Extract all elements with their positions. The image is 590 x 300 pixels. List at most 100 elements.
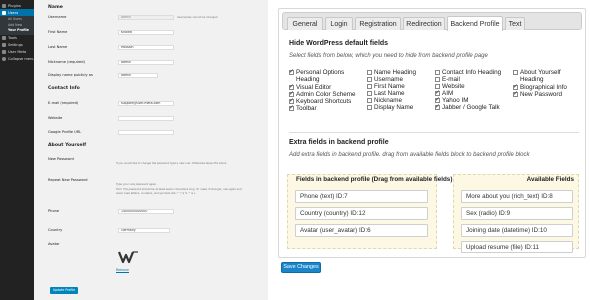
option-label: Keyboard Shortcuts — [296, 98, 352, 105]
checkbox[interactable] — [435, 77, 440, 82]
available-field-item[interactable]: More about you (rich_text) ID:8 — [461, 190, 573, 203]
option-label: Nickname — [374, 97, 402, 104]
nickname-label: Nickname (required) — [48, 60, 85, 64]
option-username[interactable]: Username — [367, 76, 403, 83]
option-personal-options-heading[interactable]: Personal Options Heading — [289, 68, 369, 83]
option-biographical-info[interactable]: Biographical Info — [513, 83, 567, 91]
tab-general[interactable]: General — [287, 17, 323, 30]
checkbox[interactable] — [367, 105, 372, 110]
option-label: Name Heading — [374, 69, 417, 76]
checkbox[interactable] — [367, 91, 372, 96]
email-label: E-mail (required) — [48, 101, 79, 105]
option-first-name[interactable]: First Name — [367, 83, 405, 90]
display-name-select[interactable]: admin — [118, 72, 158, 78]
option-contact-info-heading[interactable]: Contact Info Heading — [435, 69, 501, 76]
extra-fields-heading: Extra fields in backend profile — [289, 139, 389, 146]
update-profile-button[interactable]: Update Profile — [50, 287, 78, 294]
nickname-field[interactable]: admin — [118, 59, 174, 65]
username-row: Username admin Usernames cannot be chang… — [48, 13, 218, 21]
tab-text[interactable]: Text — [505, 17, 525, 30]
option-nickname[interactable]: Nickname — [367, 97, 402, 104]
available-field-item[interactable]: Upload resume (file) ID:11 — [461, 241, 573, 253]
email-field[interactable]: support@user-meta.com — [118, 100, 174, 106]
option-email[interactable]: E-mail — [435, 76, 460, 83]
settings-panel: General Login Registration Redirection B… — [278, 8, 586, 258]
save-changes-button[interactable]: Save Changes — [281, 262, 321, 273]
phone-field[interactable]: 1400000000000 — [118, 208, 174, 214]
available-field-item[interactable]: Joining date (datetime) ID:10 — [461, 224, 573, 237]
phone-label: Phone — [48, 209, 60, 213]
hide-fields-heading: Hide WordPress default fields — [289, 40, 389, 47]
option-visual-editor[interactable]: Visual Editor — [289, 83, 332, 91]
option-last-name[interactable]: Last Name — [367, 90, 404, 97]
option-display-name[interactable]: Display Name — [367, 104, 413, 111]
tab-backend-profile[interactable]: Backend Profile — [447, 16, 503, 31]
menu-item-collapse[interactable]: Collapse menu — [0, 56, 35, 63]
avatar-image — [114, 249, 144, 265]
google-profile-row: Google Profile URL — [48, 128, 174, 136]
menu-item-label: Tools — [8, 36, 17, 40]
checkbox[interactable] — [435, 70, 440, 75]
menu-item-settings[interactable]: Settings — [0, 42, 34, 49]
checkbox[interactable] — [289, 104, 294, 111]
hide-fields-instructions: Select fields from below, which you need… — [289, 53, 488, 59]
profile-field-item[interactable]: Phone (text) ID:7 — [295, 190, 428, 203]
profile-field-item[interactable]: Avatar (user_avatar) ID:6 — [295, 224, 428, 237]
option-label: Admin Color Scheme — [296, 91, 356, 98]
strength-hint-line2: lower case letters, numbers, and symbols… — [116, 192, 196, 195]
email-row: E-mail (required) support@user-meta.com — [48, 99, 174, 107]
menu-item-user-meta[interactable]: User Meta — [0, 49, 34, 56]
checkbox[interactable] — [513, 90, 518, 97]
menu-item-tools[interactable]: Tools — [0, 35, 34, 42]
checkbox[interactable] — [367, 77, 372, 82]
available-fields-block-title: Available Fields — [526, 176, 574, 183]
tab-registration[interactable]: Registration — [355, 17, 401, 30]
section-name-heading: Name — [48, 5, 63, 10]
option-admin-color-scheme[interactable]: Admin Color Scheme — [289, 90, 356, 98]
option-about-yourself-heading[interactable]: About Yourself Heading — [513, 69, 579, 83]
menu-item-label: Users — [8, 10, 19, 15]
option-jabber[interactable]: Jabber / Google Talk — [435, 103, 500, 111]
option-keyboard-shortcuts[interactable]: Keyboard Shortcuts — [289, 97, 352, 105]
country-select[interactable]: Germany — [118, 227, 170, 233]
menu-item-label: User Meta — [8, 50, 27, 54]
last-name-field[interactable]: Hossain — [118, 44, 174, 50]
checkbox[interactable] — [367, 98, 372, 103]
checkbox[interactable] — [435, 103, 440, 110]
display-name-label: Display name publicly as — [48, 73, 93, 77]
username-label: Username — [48, 15, 67, 19]
submenu-your-profile[interactable]: Your Profile — [0, 28, 34, 34]
checkbox[interactable] — [513, 70, 518, 75]
tab-login[interactable]: Login — [325, 17, 353, 30]
user-meta-icon — [2, 50, 6, 54]
section-contact-heading: Contact Info — [48, 86, 80, 91]
option-label: Visual Editor — [296, 84, 332, 91]
checkbox[interactable] — [367, 84, 372, 89]
available-field-item[interactable]: Sex (radio) ID:9 — [461, 207, 573, 220]
users-submenu: All Users Add New Your Profile — [0, 16, 34, 35]
available-fields-block[interactable]: Available Fields More about you (rich_te… — [453, 174, 579, 253]
first-name-label: First Name — [48, 30, 68, 34]
menu-item-plugins[interactable]: Plugins — [0, 2, 34, 9]
new-password-hint: If you would like to change the password… — [116, 162, 228, 165]
google-profile-field[interactable] — [118, 129, 174, 135]
users-icon — [2, 10, 6, 15]
display-name-row: Display name publicly as admin — [48, 71, 158, 79]
avatar-remove-link[interactable]: Remove — [116, 268, 129, 272]
profile-field-item[interactable]: Country (country) ID:12 — [295, 207, 428, 220]
option-name-heading[interactable]: Name Heading — [367, 69, 416, 76]
strength-hint: Hint: The password should be at least se… — [116, 188, 242, 191]
option-new-password[interactable]: New Password — [513, 90, 562, 98]
nickname-row: Nickname (required) admin — [48, 58, 174, 66]
last-name-label: Last Name — [48, 45, 68, 49]
checkbox[interactable] — [289, 68, 294, 75]
option-toolbar[interactable]: Toolbar — [289, 104, 317, 112]
tab-redirection[interactable]: Redirection — [403, 17, 445, 30]
first-name-field[interactable]: Khaled — [118, 29, 174, 35]
option-label: Website — [442, 83, 465, 90]
checkbox[interactable] — [367, 70, 372, 75]
menu-item-users[interactable]: Users — [0, 9, 34, 16]
website-field[interactable] — [118, 115, 174, 121]
backend-profile-fields-block[interactable]: Fields in backend profile (Drag from ava… — [287, 174, 452, 249]
tabs-bar: General Login Registration Redirection B… — [282, 12, 582, 31]
